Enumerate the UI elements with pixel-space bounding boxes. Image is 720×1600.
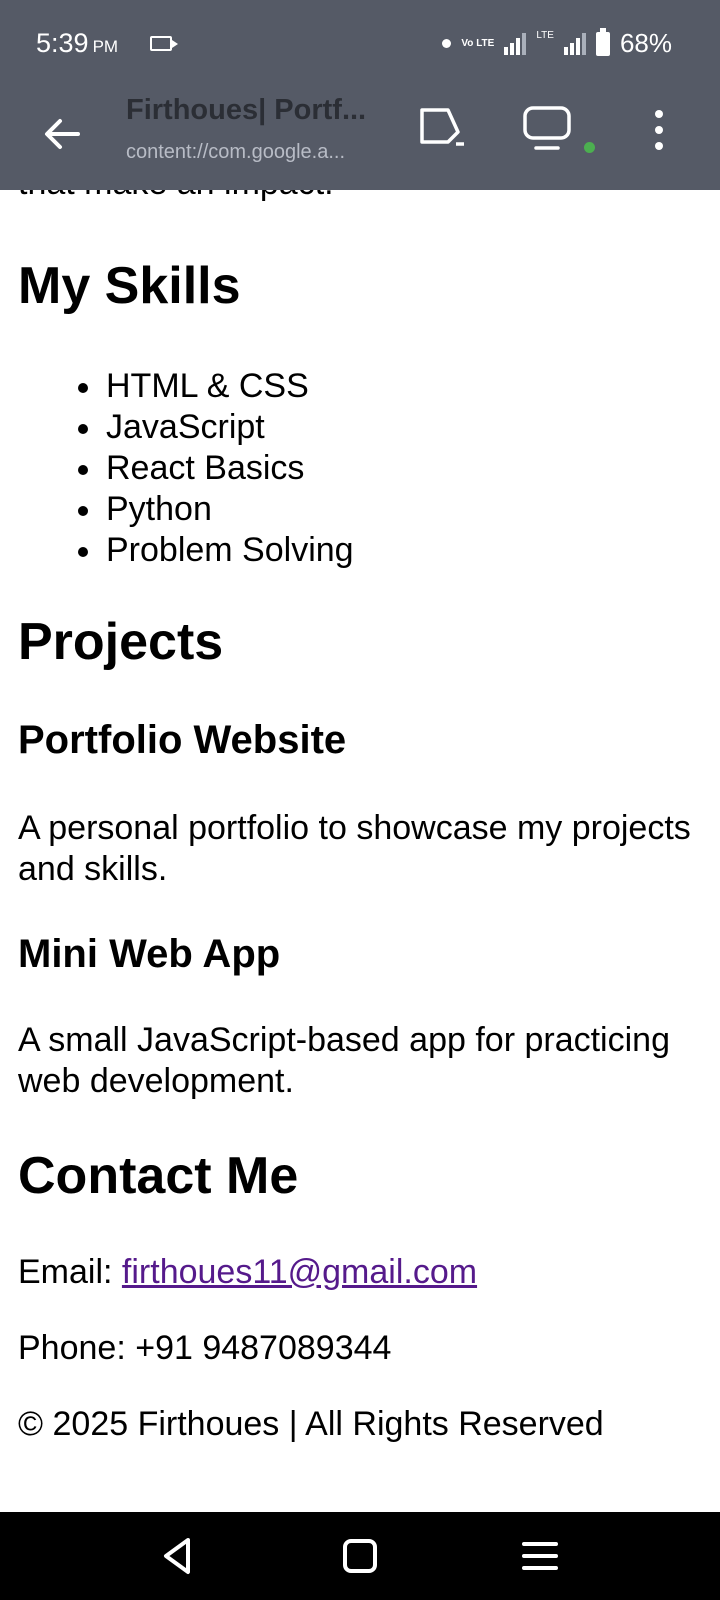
project-description: A personal portfolio to showcase my proj… <box>18 809 691 888</box>
page-url: content://com.google.a... <box>126 141 346 163</box>
nav-back-icon[interactable] <box>154 1532 202 1580</box>
signal-icon-2 <box>563 32 586 55</box>
system-nav-bar <box>0 1512 720 1600</box>
arrow-back-icon[interactable] <box>40 112 84 156</box>
browser-toolbar: Firthoues| Portf... content://com.google… <box>0 86 720 190</box>
share-icon[interactable] <box>418 106 468 148</box>
nav-menu-icon[interactable] <box>516 1532 564 1580</box>
volte-icon: Vo LTE <box>461 37 495 49</box>
skill-item: Problem Solving <box>78 531 354 569</box>
status-indicators: Vo LTE LTE 68% <box>442 27 672 59</box>
skills-list: HTML & CSS JavaScript React Basics Pytho… <box>78 366 354 571</box>
skill-item: HTML & CSS <box>78 366 354 407</box>
email-link[interactable]: firthoues11@gmail.com <box>122 1253 477 1291</box>
email-line: Email: firthoues11@gmail.com <box>18 1252 698 1293</box>
signal-icon-1 <box>504 32 527 55</box>
projects-heading: Projects <box>18 613 224 671</box>
skills-heading: My Skills <box>18 257 241 315</box>
devices-icon[interactable] <box>522 104 574 152</box>
battery-percentage: 68% <box>619 28 672 58</box>
lte-label: LTE <box>536 30 554 41</box>
page-content: that make an impact. My Skills HTML & CS… <box>0 190 720 1512</box>
phone-line: Phone: +91 9487089344 <box>18 1329 392 1367</box>
notification-dot-icon <box>442 39 452 48</box>
page-title: Firthoues| Portf... <box>126 94 367 126</box>
email-label: Email: <box>18 1253 122 1291</box>
status-time-ampm: PM <box>92 37 119 56</box>
contact-heading: Contact Me <box>18 1147 299 1205</box>
skill-item: Python <box>78 489 354 530</box>
live-indicator-dot <box>584 142 595 153</box>
footer-copyright: © 2025 Firthoues | All Rights Reserved <box>18 1405 604 1443</box>
more-vert-icon[interactable] <box>644 106 674 154</box>
status-time: 5:39 PM <box>36 28 118 59</box>
video-call-icon <box>150 36 178 51</box>
project-title: Mini Web App <box>18 932 281 976</box>
skill-item: JavaScript <box>78 407 354 448</box>
project-title: Portfolio Website <box>18 718 347 762</box>
status-bar: 5:39 PM Vo LTE LTE 68% <box>0 0 720 86</box>
about-text-partial: that make an impact. <box>18 190 334 203</box>
status-time-value: 5:39 <box>36 28 89 58</box>
nav-home-icon[interactable] <box>336 1532 384 1580</box>
project-description: A small JavaScript-based app for practic… <box>18 1021 670 1100</box>
battery-icon <box>595 27 610 56</box>
skill-item: React Basics <box>78 448 354 489</box>
